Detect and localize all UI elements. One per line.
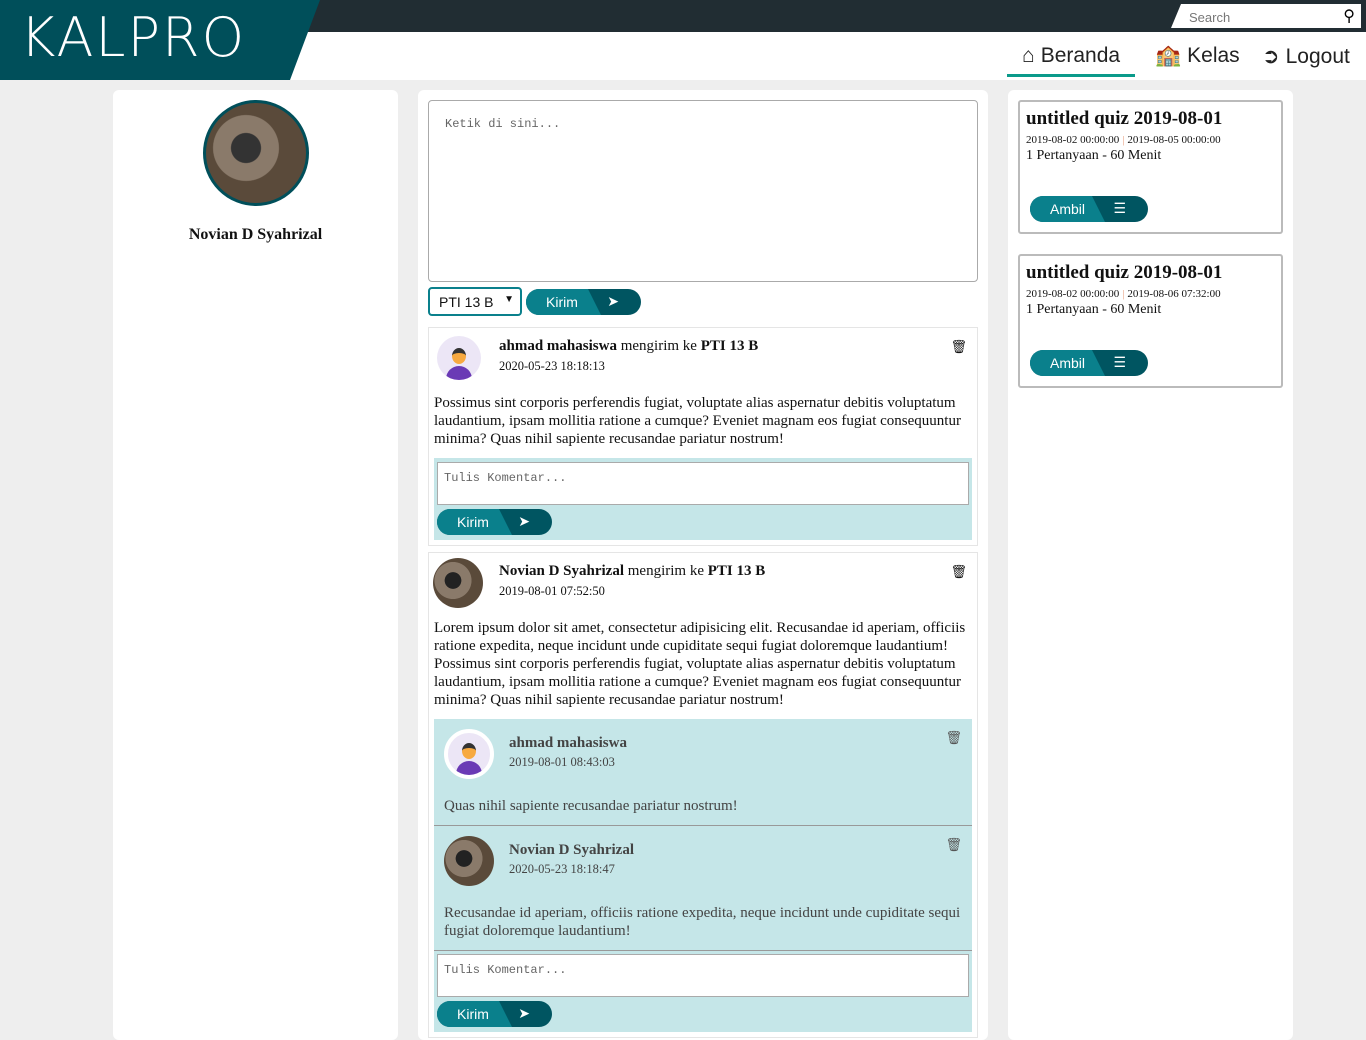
- quiz-card: untitled quiz 2019-08-01 2019-08-02 00:0…: [1018, 254, 1283, 388]
- profile-name: Novian D Syahrizal: [188, 226, 323, 243]
- comment-item: Novian D Syahrizal 2020-05-23 18:18:47 🗑…: [434, 826, 972, 951]
- list-icon: ☰: [1113, 200, 1126, 216]
- send-comment-button[interactable]: Kirim ➤: [437, 1001, 552, 1027]
- quiz-panel: untitled quiz 2019-08-01 2019-08-02 00:0…: [1008, 90, 1293, 1040]
- comment-input[interactable]: Tulis Komentar...: [437, 462, 969, 505]
- trash-icon[interactable]: 🗑: [950, 340, 967, 355]
- comment-input[interactable]: Tulis Komentar...: [437, 954, 969, 997]
- post-input[interactable]: Ketik di sini...: [428, 100, 978, 282]
- trash-icon[interactable]: 🗑: [945, 731, 962, 746]
- send-icon: ➤: [518, 1005, 530, 1021]
- avatar: [444, 836, 494, 886]
- send-icon: ➤: [607, 293, 619, 309]
- send-comment-button[interactable]: Kirim ➤: [437, 509, 552, 535]
- trash-icon[interactable]: 🗑: [950, 565, 967, 580]
- nav-kelas[interactable]: 🏫 Kelas: [1155, 44, 1240, 68]
- list-icon: ☰: [1113, 354, 1126, 370]
- nav-beranda[interactable]: ⌂ Beranda: [1007, 44, 1136, 77]
- comment-item: ahmad mahasiswa 2019-08-01 08:43:03 🗑 Qu…: [434, 719, 972, 826]
- quiz-card: untitled quiz 2019-08-01 2019-08-02 00:0…: [1018, 100, 1283, 234]
- logo[interactable]: KALPRO: [0, 0, 320, 80]
- search-input[interactable]: Search ⚲: [1171, 4, 1361, 28]
- avatar: [444, 729, 494, 779]
- chevron-down-icon: ▼: [504, 294, 514, 305]
- avatar: [433, 558, 483, 608]
- post-item: ahmad mahasiswa mengirim ke PTI 13 B 202…: [428, 327, 978, 546]
- nav-logout[interactable]: ➲ Logout: [1262, 44, 1350, 69]
- class-select[interactable]: PTI 13 B ▼: [428, 287, 522, 316]
- avatar: [437, 336, 481, 380]
- feed-panel: Ketik di sini... PTI 13 B ▼ Kirim ➤ ahmad …: [418, 90, 988, 1040]
- trash-icon[interactable]: 🗑: [945, 838, 962, 853]
- profile-panel: Novian D Syahrizal: [113, 90, 398, 1040]
- send-post-button[interactable]: Kirim ➤: [526, 289, 641, 315]
- logout-icon: ➲: [1262, 45, 1280, 68]
- send-icon: ➤: [518, 513, 530, 529]
- school-icon: 🏫: [1155, 44, 1182, 67]
- take-quiz-button[interactable]: Ambil ☰: [1030, 196, 1148, 222]
- take-quiz-button[interactable]: Ambil ☰: [1030, 350, 1148, 376]
- home-icon: ⌂: [1022, 44, 1035, 67]
- post-item: Novian D Syahrizal mengirim ke PTI 13 B …: [428, 552, 978, 1038]
- avatar: [202, 100, 309, 206]
- search-icon[interactable]: ⚲: [1343, 6, 1355, 26]
